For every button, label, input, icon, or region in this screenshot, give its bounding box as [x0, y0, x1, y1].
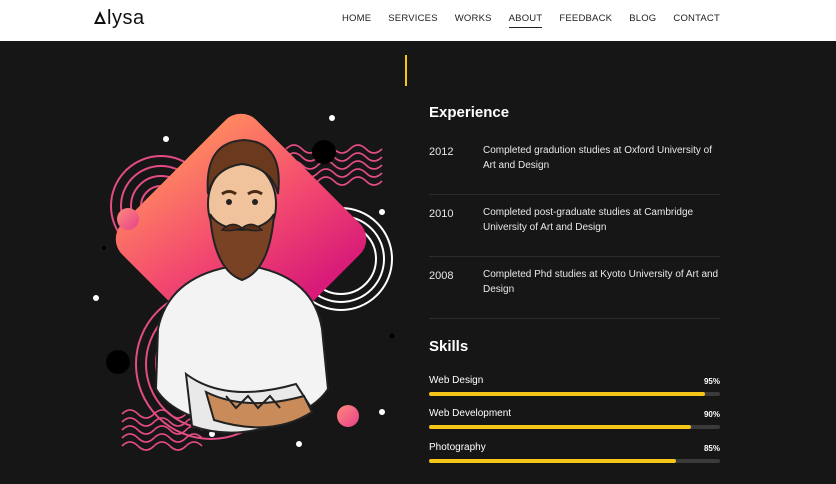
skill-label: Photography	[429, 442, 486, 453]
logo-text: lysa	[107, 7, 145, 29]
experience-year: 2008	[429, 270, 454, 282]
nav-contact[interactable]: CONTACT	[673, 13, 720, 28]
skill-percent: 90%	[703, 410, 720, 419]
skill-progress-track	[429, 459, 720, 463]
experience-heading: Experience	[429, 104, 510, 121]
skill-progress-fill	[429, 425, 691, 429]
experience-list: 2012 Completed gradution studies at Oxfo…	[429, 133, 720, 319]
skill-percent: 85%	[703, 444, 720, 453]
experience-year: 2010	[429, 208, 454, 220]
nav-feedback[interactable]: FEEDBACK	[559, 13, 612, 28]
logo-triangle-icon	[94, 11, 106, 24]
skill-progress-track	[429, 425, 720, 429]
site-logo[interactable]: lysa	[94, 7, 145, 30]
skill-label: Web Design	[429, 375, 484, 386]
profile-illustration	[93, 113, 395, 451]
skill-progress-track	[429, 392, 720, 396]
experience-description: Completed Phd studies at Kyoto Universit…	[483, 269, 719, 295]
experience-item: 2008 Completed Phd studies at Kyoto Univ…	[429, 257, 720, 319]
skill-percent: 95%	[703, 377, 720, 386]
skill-label: Web Development	[429, 408, 512, 419]
nav-services[interactable]: SERVICES	[388, 13, 437, 28]
experience-year: 2012	[429, 146, 454, 158]
site-header: lysa HOME SERVICES WORKS ABOUT FEEDBACK …	[0, 0, 836, 41]
nav-blog[interactable]: BLOG	[629, 13, 656, 28]
experience-item: 2012 Completed gradution studies at Oxfo…	[429, 133, 720, 195]
nav-works[interactable]: WORKS	[455, 13, 492, 28]
skills-heading: Skills	[429, 338, 469, 355]
experience-description: Completed gradution studies at Oxford Un…	[483, 145, 712, 171]
nav-about[interactable]: ABOUT	[508, 13, 543, 28]
skill-progress-fill	[429, 459, 677, 463]
main-nav: HOME SERVICES WORKS ABOUT FEEDBACK BLOG …	[325, 13, 720, 28]
experience-description: Completed post-graduate studies at Cambr…	[483, 207, 694, 233]
nav-home[interactable]: HOME	[342, 13, 371, 28]
skill-progress-fill	[429, 392, 706, 396]
experience-item: 2010 Completed post-graduate studies at …	[429, 195, 720, 257]
accent-divider	[405, 55, 407, 86]
